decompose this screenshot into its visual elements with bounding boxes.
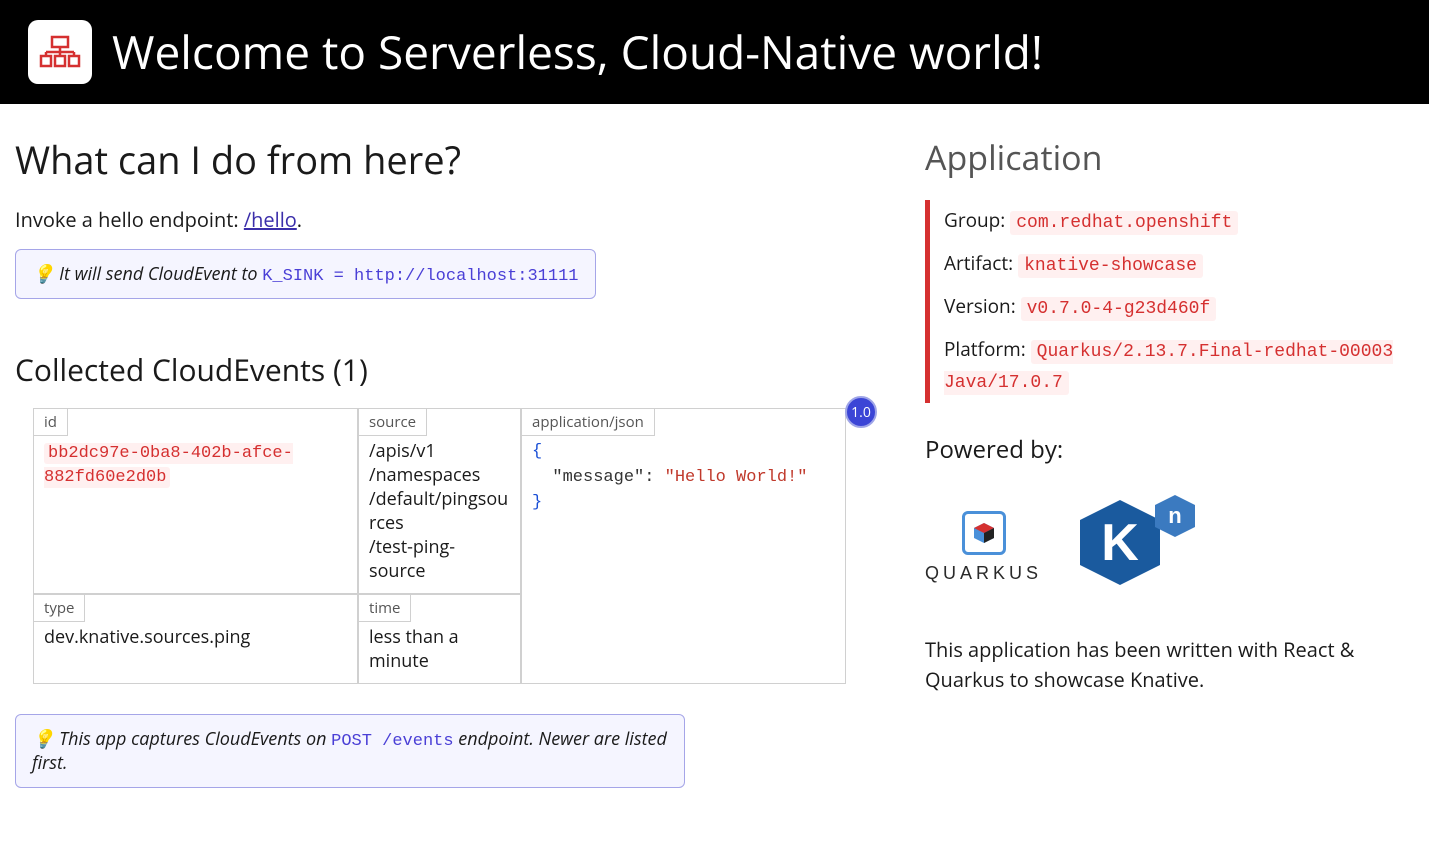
tip-cloudevent-sink: 💡 It will send CloudEvent to K_SINK = ht… (15, 249, 596, 299)
event-id-value: bb2dc97e-0ba8-402b-afce-882fd60e2d0b (44, 443, 293, 488)
app-artifact-row: Artifact: knative-showcase (944, 249, 1405, 280)
event-contenttype-label: application/json (521, 408, 655, 436)
svg-text:n: n (1168, 503, 1181, 528)
app-version-row: Version: v0.7.0-4-g23d460f (944, 292, 1405, 323)
main-column: What can I do from here? Invoke a hello … (15, 134, 885, 818)
event-id-cell: id bb2dc97e-0ba8-402b-afce-882fd60e2d0b (33, 408, 358, 594)
tip-capture-events: 💡 This app captures CloudEvents on POST … (15, 714, 685, 788)
event-type-value: dev.knative.sources.ping (44, 625, 347, 649)
knative-logo-icon: K n (1070, 490, 1200, 605)
event-type-label: type (33, 594, 85, 622)
side-column: Application Group: com.redhat.openshift … (925, 134, 1405, 818)
app-group-row: Group: com.redhat.openshift (944, 206, 1405, 237)
k-sink-code: K_SINK = http://localhost:31111 (262, 267, 578, 286)
logos-row: QUARKUS K n (925, 490, 1405, 605)
powered-by-heading: Powered by: (925, 433, 1405, 466)
page-title: Welcome to Serverless, Cloud-Native worl… (112, 21, 1043, 83)
app-group-value: com.redhat.openshift (1010, 211, 1238, 235)
app-description: This application has been written with R… (925, 635, 1405, 695)
hello-link[interactable]: /hello (244, 206, 297, 233)
events-table: 1.0 id bb2dc97e-0ba8-402b-afce-882fd60e2… (15, 408, 885, 684)
event-data-value: { "message": "Hello World!" } (532, 439, 835, 516)
event-source-value: /apis/v1 /namespaces /default/pingsource… (369, 439, 510, 583)
event-time-label: time (358, 594, 411, 622)
app-logo-icon (28, 20, 92, 84)
event-id-label: id (33, 408, 68, 436)
event-time-value: less than a minute (369, 625, 510, 673)
app-version-value: v0.7.0-4-g23d460f (1021, 297, 1217, 321)
page-header: Welcome to Serverless, Cloud-Native worl… (0, 0, 1429, 104)
event-source-label: source (358, 408, 427, 436)
event-data-cell: application/json { "message": "Hello Wor… (521, 408, 846, 684)
main-heading: What can I do from here? (15, 134, 885, 186)
application-heading: Application (925, 134, 1405, 180)
application-info: Group: com.redhat.openshift Artifact: kn… (925, 200, 1405, 403)
event-source-cell: source /apis/v1 /namespaces /default/pin… (358, 408, 521, 594)
app-artifact-value: knative-showcase (1018, 254, 1203, 278)
events-endpoint-code: POST /events (331, 732, 453, 751)
events-heading: Collected CloudEvents (1) (15, 349, 885, 390)
invoke-text: Invoke a hello endpoint: /hello. (15, 206, 885, 233)
svg-text:K: K (1101, 514, 1139, 572)
event-time-cell: time less than a minute (358, 594, 521, 684)
app-platform-row: Platform: Quarkus/2.13.7.Final-redhat-00… (944, 335, 1405, 397)
quarkus-logo-icon: QUARKUS (925, 511, 1042, 584)
event-type-cell: type dev.knative.sources.ping (33, 594, 358, 684)
spec-version-badge: 1.0 (845, 396, 877, 428)
